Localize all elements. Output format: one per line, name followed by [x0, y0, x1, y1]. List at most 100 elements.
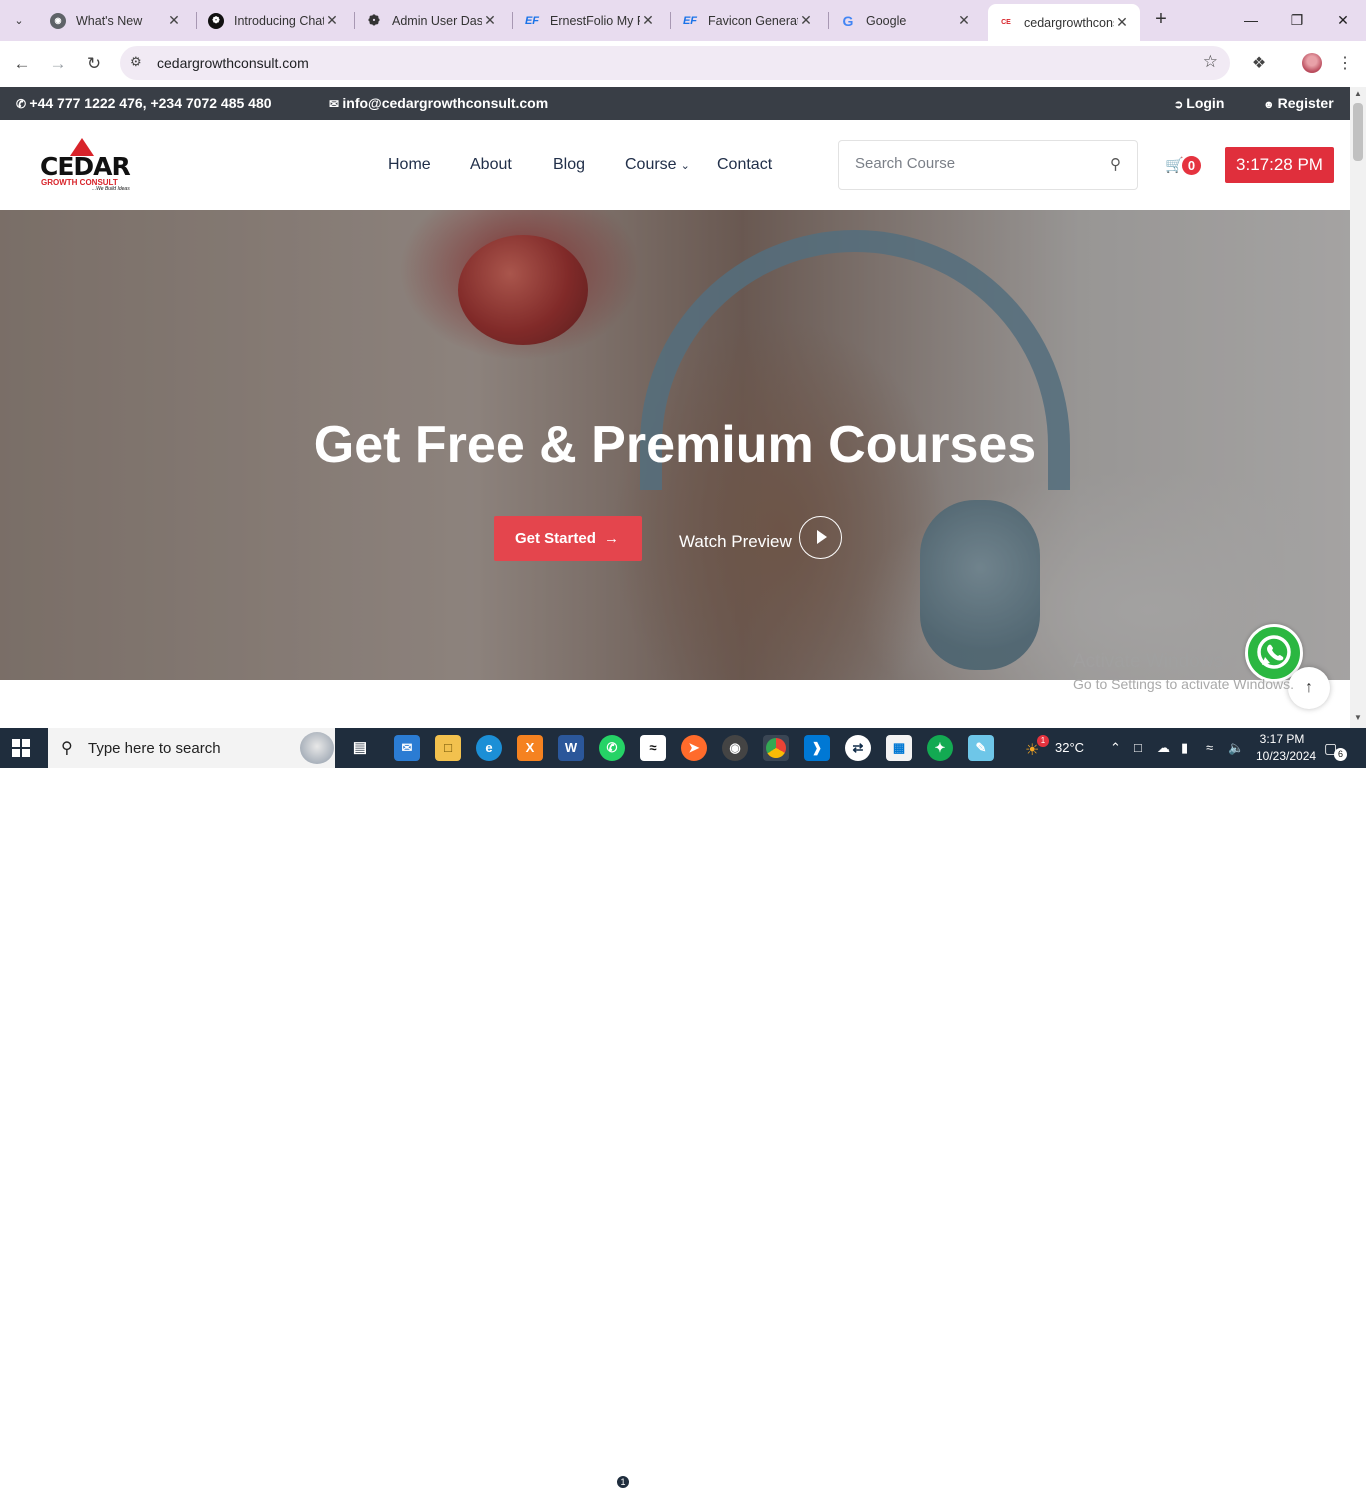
webpage: ✆ +44 777 1222 476, +234 7072 485 480 ✉ …: [0, 87, 1350, 728]
forward-icon[interactable]: →: [45, 51, 71, 77]
weather-badge: 1: [1037, 735, 1049, 747]
windows-taskbar: ⚲ Type here to search ▤ ✉ □ e X W ✆ 1 ≈ …: [0, 728, 1366, 1489]
cart-icon[interactable]: 🛒: [1165, 156, 1184, 174]
remote-desktop-icon[interactable]: ⇄: [845, 735, 871, 761]
course-search-box: ⚲: [838, 140, 1138, 190]
main-navbar: CEDAR GROWTH CONSULT ...We Build Ideas H…: [0, 120, 1350, 210]
taskbar-search-box[interactable]: ⚲ Type here to search: [48, 728, 335, 768]
chrome-taskbar-icon[interactable]: [763, 735, 789, 761]
volume-icon[interactable]: 🔈: [1228, 740, 1244, 756]
clock-date[interactable]: 3:17 PM 10/23/2024: [1256, 731, 1317, 765]
file-explorer-icon[interactable]: □: [435, 735, 461, 761]
battery-icon[interactable]: ▮: [1181, 740, 1188, 756]
ef-icon: EF: [524, 14, 540, 27]
windows-start-icon[interactable]: [12, 739, 30, 757]
back-icon[interactable]: ←: [9, 51, 35, 77]
site-info-icon[interactable]: ⚙: [130, 54, 142, 70]
reload-icon[interactable]: ↻: [81, 51, 107, 77]
store-icon[interactable]: ▦: [886, 735, 912, 761]
scroll-up-icon[interactable]: ▲: [1350, 89, 1366, 103]
temperature[interactable]: 32°C: [1055, 740, 1084, 755]
nav-home[interactable]: Home: [388, 156, 431, 174]
mail-icon: ✉: [329, 97, 343, 111]
onedrive-icon[interactable]: ☁: [1157, 740, 1170, 756]
email-address: info@cedargrowthconsult.com: [342, 95, 549, 111]
bookmark-star-icon[interactable]: ☆: [1203, 52, 1218, 72]
tab-whats-new[interactable]: ◉ What's New ✕: [40, 6, 192, 35]
tab-separator: [670, 12, 671, 29]
user-icon: ☻: [1263, 99, 1278, 111]
taskbar-date: 10/23/2024: [1256, 749, 1317, 763]
tab-ernestfolio[interactable]: EF ErnestFolio My Portfolio ✕: [514, 6, 666, 35]
register-link[interactable]: ☻ Register: [1263, 95, 1334, 111]
close-icon[interactable]: ✕: [798, 12, 814, 29]
cedar-icon: CE: [1001, 19, 1011, 26]
tab-introducing-chatgpt[interactable]: ❁ Introducing ChatGPT ✕: [198, 6, 350, 35]
login-link[interactable]: ➲ Login: [1174, 95, 1224, 111]
profile-avatar[interactable]: [1302, 53, 1322, 73]
close-icon[interactable]: ✕: [166, 12, 182, 29]
scroll-down-icon[interactable]: ▼: [1350, 713, 1366, 727]
chevron-up-icon[interactable]: ⌃: [1110, 740, 1121, 756]
course-search-input[interactable]: [855, 155, 1095, 172]
close-icon[interactable]: ✕: [1114, 14, 1130, 31]
watch-preview-label[interactable]: Watch Preview: [679, 532, 792, 552]
chrome-menu-icon[interactable]: ⋮: [1332, 51, 1358, 77]
tab-title: Introducing ChatGPT: [234, 13, 324, 28]
nav-contact[interactable]: Contact: [717, 156, 772, 174]
register-label: Register: [1277, 95, 1334, 111]
word-icon[interactable]: W: [558, 735, 584, 761]
whatsapp-glyph: [1257, 635, 1291, 669]
notepad-icon[interactable]: ✎: [968, 735, 994, 761]
capcut-icon[interactable]: ≈: [640, 735, 666, 761]
email-info[interactable]: ✉ info@cedargrowthconsult.com: [329, 95, 548, 111]
tab-separator: [828, 12, 829, 29]
wifi-icon[interactable]: ≈: [1206, 740, 1213, 755]
new-tab-button[interactable]: +: [1150, 8, 1172, 32]
scrollbar-thumb[interactable]: [1353, 103, 1363, 161]
close-icon[interactable]: ✕: [482, 12, 498, 29]
tab-title: What's New: [76, 13, 143, 28]
address-bar[interactable]: ⚙ cedargrowthconsult.com ☆: [120, 46, 1230, 80]
minimize-button[interactable]: —: [1236, 8, 1266, 32]
nav-course[interactable]: Course ⌄: [625, 156, 690, 174]
mongodb-icon[interactable]: ✦: [927, 735, 953, 761]
openai-icon: ❁: [368, 12, 380, 28]
task-view-icon[interactable]: ▤: [347, 735, 373, 761]
tab-separator: [196, 12, 197, 29]
obs-icon[interactable]: ◉: [722, 735, 748, 761]
vscode-icon[interactable]: ❱: [804, 735, 830, 761]
chrome-icon: ◉: [50, 12, 66, 29]
search-icon[interactable]: ⚲: [1110, 155, 1121, 173]
close-window-button[interactable]: ✕: [1328, 8, 1358, 32]
tab-favicon-generator[interactable]: EF Favicon Generator ✕: [672, 6, 824, 35]
postman-icon[interactable]: ➤: [681, 735, 707, 761]
play-icon[interactable]: [799, 516, 842, 559]
close-icon[interactable]: ✕: [956, 12, 972, 29]
tab-cedargrowthconsult[interactable]: CE cedargrowthconsult.com ✕: [988, 4, 1140, 41]
nav-about[interactable]: About: [470, 156, 512, 174]
close-icon[interactable]: ✕: [640, 12, 656, 29]
scroll-to-top-button[interactable]: ↑: [1288, 667, 1330, 709]
nav-blog[interactable]: Blog: [553, 156, 585, 174]
tab-admin-user-dashboard[interactable]: ❁ Admin User Dashboard ✕: [356, 6, 508, 35]
mail-app-icon[interactable]: ✉: [394, 735, 420, 761]
close-icon[interactable]: ✕: [324, 12, 340, 29]
whatsapp-app-icon[interactable]: ✆: [599, 735, 625, 761]
site-logo[interactable]: CEDAR GROWTH CONSULT ...We Build Ideas: [40, 138, 136, 192]
hero-banner: Get Free & Premium Courses Get Started →…: [0, 210, 1350, 680]
get-started-button[interactable]: Get Started →: [494, 516, 642, 561]
browser-toolbar: ← → ↻ ⚙ cedargrowthconsult.com ☆ ❖ ⋮: [0, 41, 1366, 87]
xampp-icon[interactable]: X: [517, 735, 543, 761]
restore-button[interactable]: ❐: [1282, 8, 1312, 32]
meet-now-icon[interactable]: □: [1134, 740, 1142, 755]
live-clock: 3:17:28 PM: [1225, 147, 1334, 183]
edge-icon[interactable]: e: [476, 735, 502, 761]
openai-icon: ❁: [208, 12, 224, 29]
tab-google[interactable]: G Google ✕: [830, 6, 982, 35]
page-scrollbar[interactable]: ▲ ▼: [1350, 87, 1366, 728]
url-text[interactable]: cedargrowthconsult.com: [157, 55, 309, 71]
phone-info: ✆ +44 777 1222 476, +234 7072 485 480: [16, 95, 272, 111]
tab-search-button[interactable]: ⌄: [6, 8, 32, 32]
extensions-icon[interactable]: ❖: [1246, 51, 1272, 77]
